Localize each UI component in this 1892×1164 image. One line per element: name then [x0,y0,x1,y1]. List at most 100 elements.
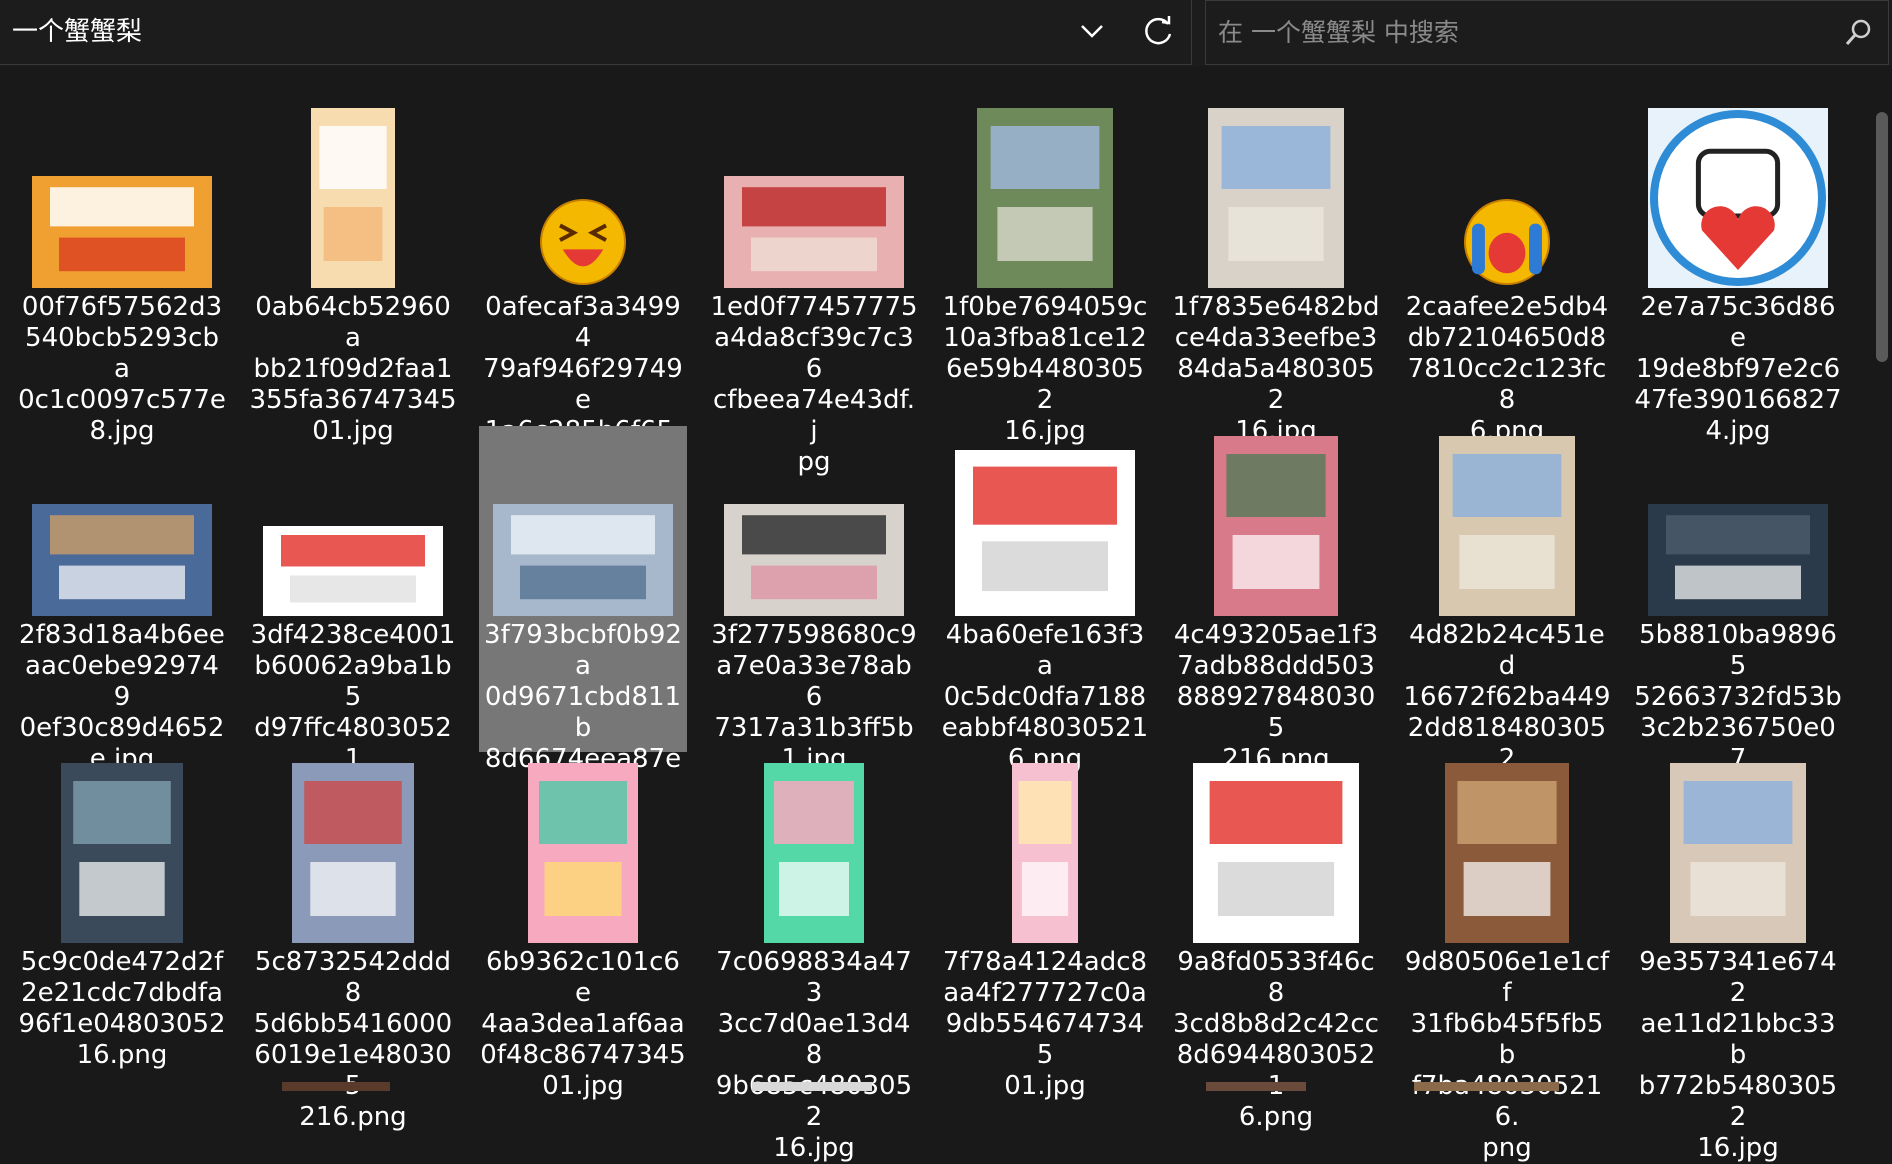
thumbnail-container [479,426,687,616]
thumbnail-container [249,753,457,943]
current-folder-title: 一个蟹蟹梨 [12,17,143,47]
file-item[interactable]: 4d82b24c451ed16672f62ba4492dd81848030521… [1403,426,1611,805]
vertical-scrollbar[interactable] [1876,112,1888,362]
thumbnail-container [249,98,457,288]
file-item[interactable]: 5c8732542ddd85d6bb54160006019e1e48030521… [249,753,457,1132]
file-item[interactable]: 5c9c0de472d2f 2e21cdc7dbdfa 96f1e04803052 1… [18,753,226,1083]
file-item[interactable]: 9a8fd0533f46c83cd8b8d2c42cc8d69448030521… [1172,753,1380,1132]
thumbnail-bag-portrait [1670,763,1806,943]
thumbnail-annotated-screenshot [263,526,443,616]
file-explorer-toolbar: 一个蟹蟹梨 在 一个蟹蟹梨 中搜索 [0,0,1892,66]
thumbnail-sailing-quote [292,763,414,943]
file-item[interactable]: 7c0698834a4733cc7d0ae13d489b685c48030521… [710,753,918,1163]
search-input[interactable]: 在 一个蟹蟹梨 中搜索 [1205,0,1889,65]
thumbnail-container [1403,426,1611,616]
file-item[interactable]: 3f793bcbf0b92a0d9671cbd811b8d6674eea87e7… [479,426,687,836]
thumbnail-container [941,98,1149,288]
next-row-partial [0,1082,1870,1091]
thumbnail-container [18,426,226,616]
thumbnail-event-rules-poster [1012,763,1078,943]
search-placeholder: 在 一个蟹蟹梨 中搜索 [1218,18,1459,47]
thumbnail-container [1634,426,1842,616]
file-item[interactable]: 1ed0f77457775 a4da8cf39c7c36 cfbeea74e43df… [710,98,918,477]
thumbnail-man-portrait [61,763,183,943]
thumbnail-childrens-day-poster [528,763,638,943]
thumbnail-comment-list [1193,763,1359,943]
file-item[interactable]: 1f7835e6482bd ce4da33eefbe3 84da5a4803052 1… [1172,98,1380,446]
thumbnail-outfit-collage [724,504,904,616]
thumbnail-vlog-iceland [493,504,673,616]
thumbnail-comment-table [955,450,1135,616]
thumbnail-wall-portrait [1439,436,1575,616]
file-name-label: 5c9c0de472d2f 2e21cdc7dbdfa 96f1e04803052 1… [18,947,226,1070]
file-name-label: 9e357341e6742 ae11d21bbc33b b772b54803052 1… [1638,947,1838,1163]
bilibili-tv-mascot-icon [1648,108,1828,288]
thumbnail-container [479,753,687,943]
thumbnail-blue-dress-portrait [1208,108,1344,288]
file-item[interactable]: 5b8810ba9896552663732fd53b3c2b236750e07b… [1634,426,1842,805]
file-name-label: 7f78a4124adc8 aa4f277727c0a 9db5546747345 0… [942,947,1148,1101]
file-name-label: 2caafee2e5db4 db72104650d8 7810cc2c123fc8 6… [1405,292,1609,446]
file-item[interactable]: 9d80506e1e1cff31fb6b45f5fb5bf7ba48030521… [1403,753,1611,1163]
file-name-label: 9d80506e1e1cff31fb6b45f5fb5bf7ba48030521… [1404,947,1610,1163]
partial-thumbnail [1206,1082,1306,1091]
thumbnail-container [710,753,918,943]
search-icon[interactable] [1842,17,1874,49]
thumbnail-container [479,98,687,288]
refresh-icon[interactable] [1138,12,1178,52]
address-bar[interactable]: 一个蟹蟹梨 [0,0,1192,65]
thumbnail-pink-quote-poster [1214,436,1338,616]
thumbnail-garden-portrait [977,108,1113,288]
partial-thumbnail [752,1082,872,1091]
thumbnail-container [1403,98,1611,288]
thumbnail-vlog-collage [724,176,904,288]
thumbnail-container [941,426,1149,616]
file-item[interactable]: 00f76f57562d3 540bcb5293cba 0c1c0097c577e 8… [18,98,226,446]
file-name-label: 5c8732542ddd85d6bb54160006019e1e48030521… [253,947,453,1132]
thumbnail-vlog-copenhagen [32,504,212,616]
file-item[interactable]: 0ab64cb52960a bb21f09d2faa1 355fa36747345 0… [249,98,457,446]
thumbnail-container [18,98,226,288]
thumbnail-container [1634,98,1842,288]
thumbnail-container [249,426,457,616]
laughing-emoji-icon [540,199,626,285]
thumbnail-long-document [311,108,395,288]
file-item[interactable]: 4c493205ae1f3 7adb88ddd503 8889278480305 21… [1172,426,1380,774]
file-name-label: 00f76f57562d3 540bcb5293cba 0c1c0097c577e 8… [18,292,226,446]
thumbnail-container [1172,753,1380,943]
thumbnail-hotpot-poster [1445,763,1569,943]
thumbnail-container [1172,98,1380,288]
file-item[interactable]: 1f0be7694059c 10a3fba81ce12 6e59b44803052 1… [941,98,1149,446]
file-name-label: 0ab64cb52960a bb21f09d2faa1 355fa36747345 0… [249,292,457,446]
thumbnail-container [1634,753,1842,943]
file-name-label: 6b9362c101c6e 4aa3dea1af6aa 0f48c86747345 0… [480,947,686,1101]
file-name-label: 9a8fd0533f46c83cd8b8d2c42cc8d69448030521… [1173,947,1379,1132]
file-item[interactable]: 3f277598680c9 a7e0a33e78ab6 7317a31b3ff5b 1… [710,426,918,774]
thumbnail-container [1172,426,1380,616]
file-item[interactable]: 7f78a4124adc8 aa4f277727c0a 9db5546747345 0… [941,753,1149,1101]
file-item[interactable]: 2f83d18a4b6ee aac0ebe929749 0ef30c89d4652 e… [18,426,226,774]
crying-emoji-icon [1464,199,1550,285]
file-item[interactable]: 2caafee2e5db4 db72104650d8 7810cc2c123fc8 6… [1403,98,1611,446]
thumbnail-food-guide-vlog [32,176,212,288]
thumbnail-container [710,98,918,288]
file-item[interactable]: 4ba60efe163f3a 0c5dc0dfa7188 eabbf48030521… [941,426,1149,774]
thumbnail-container [1403,753,1611,943]
file-name-label: 1f0be7694059c 10a3fba81ce12 6e59b44803052 1… [942,292,1148,446]
file-item[interactable]: 0afecaf3a3499479af946f29749e1a6c285b6f65… [479,98,687,508]
thumbnail-container [941,753,1149,943]
thumbnail-container [710,426,918,616]
file-name-label: 4c493205ae1f3 7adb88ddd503 8889278480305 21… [1173,620,1379,774]
chevron-down-icon[interactable] [1072,14,1112,50]
partial-thumbnail [1414,1082,1559,1091]
partial-thumbnail [282,1082,390,1091]
file-item[interactable]: 9e357341e6742 ae11d21bbc33b b772b54803052 1… [1634,753,1842,1163]
file-item[interactable]: 6b9362c101c6e 4aa3dea1af6aa 0f48c86747345 0… [479,753,687,1101]
thumbnail-stanley-vlog [1648,504,1828,616]
file-item[interactable]: 3df4238ce4001 b60062a9ba1b5 d97ffc48030521… [249,426,457,805]
thumbnail-green-event-poster [764,763,864,943]
thumbnail-container [18,753,226,943]
file-name-label: 4ba60efe163f3a 0c5dc0dfa7188 eabbf48030521… [941,620,1149,774]
file-name-label: 1f7835e6482bd ce4da33eefbe3 84da5a4803052 1… [1172,292,1380,446]
file-item[interactable]: 2e7a75c36d86e 19de8bf97e2c6 47fe390166827 4… [1634,98,1842,446]
